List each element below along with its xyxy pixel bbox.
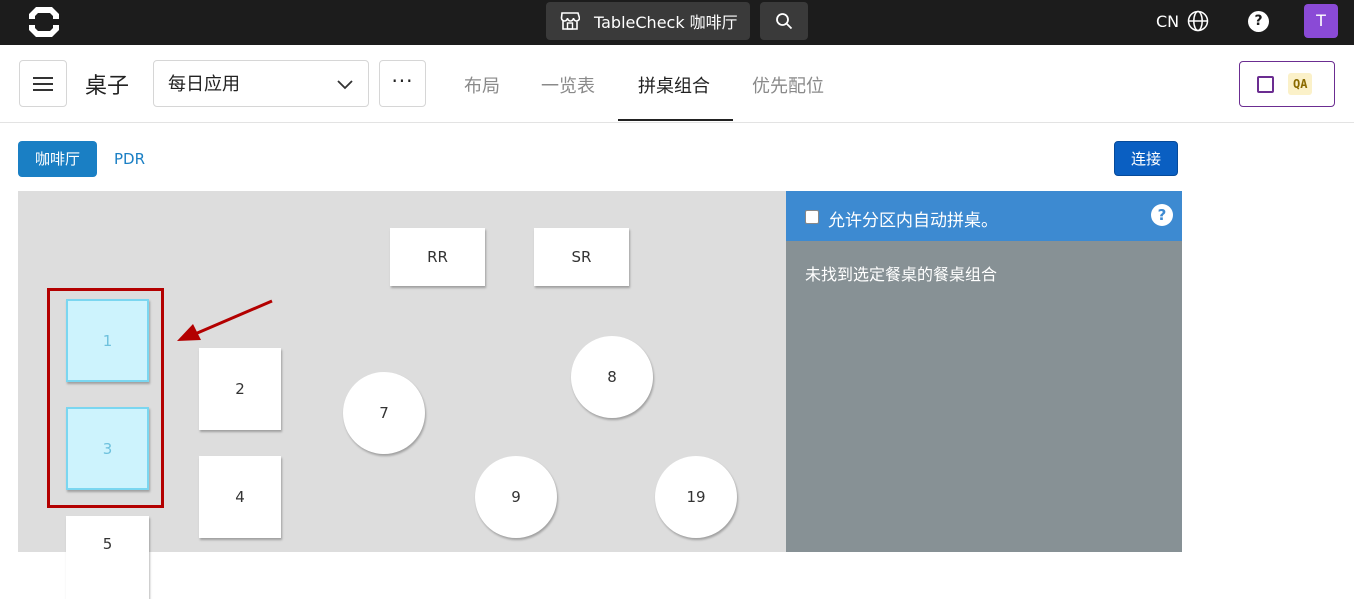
- qa-badge: QA: [1288, 73, 1313, 95]
- help-icon[interactable]: ?: [1248, 11, 1269, 32]
- more-options-button[interactable]: ···: [379, 60, 426, 107]
- hamburger-icon: [33, 76, 53, 91]
- table-rr[interactable]: RR: [390, 228, 485, 286]
- schedule-select[interactable]: 每日应用: [153, 60, 369, 107]
- table-4[interactable]: 4: [199, 456, 281, 538]
- combination-panel: 允许分区内自动拼桌。 ? 未找到选定餐桌的餐桌组合: [786, 191, 1182, 552]
- floor-plan: RR SR 1 3 2 4 5 7 8 9 19: [18, 191, 786, 599]
- tab-table-combinations[interactable]: 拼桌组合: [638, 72, 710, 98]
- table-sr[interactable]: SR: [534, 228, 629, 286]
- table-19[interactable]: 19: [655, 456, 737, 538]
- qa-checkbox-icon: [1257, 75, 1274, 93]
- auto-combine-label[interactable]: 允许分区内自动拼桌。: [828, 206, 998, 231]
- panel-header: 允许分区内自动拼桌。 ?: [786, 191, 1182, 241]
- table-9[interactable]: 9: [475, 456, 557, 538]
- active-tab-indicator: [618, 119, 733, 121]
- empty-message: 未找到选定餐桌的餐桌组合: [805, 265, 998, 284]
- table-5[interactable]: 5: [66, 516, 149, 599]
- tablecheck-logo-icon[interactable]: [27, 5, 61, 39]
- search-button[interactable]: [760, 2, 808, 40]
- venue-name: TableCheck 咖啡厅: [594, 13, 738, 32]
- globe-icon: [1187, 10, 1209, 32]
- chevron-down-icon: [337, 80, 353, 90]
- schedule-select-value: 每日应用: [168, 74, 240, 95]
- pointer-arrow-icon: [177, 299, 273, 341]
- user-avatar[interactable]: T: [1304, 4, 1338, 38]
- tab-priority-seating[interactable]: 优先配位: [752, 72, 824, 98]
- table-7[interactable]: 7: [343, 372, 425, 454]
- tab-list[interactable]: 一览表: [541, 72, 595, 98]
- page-header: 桌子 每日应用 ··· 布局 一览表 拼桌组合 优先配位 QA: [0, 45, 1354, 123]
- search-icon: [776, 13, 793, 30]
- area-tab-pdr[interactable]: PDR: [114, 150, 145, 168]
- connect-button[interactable]: 连接: [1114, 141, 1178, 176]
- table-2[interactable]: 2: [199, 348, 281, 430]
- area-tab-cafe[interactable]: 咖啡厅: [18, 141, 97, 177]
- qa-toggle-button[interactable]: QA: [1239, 61, 1335, 107]
- tab-layout[interactable]: 布局: [464, 72, 500, 98]
- store-icon: [560, 12, 580, 30]
- menu-button[interactable]: [19, 60, 67, 107]
- selection-highlight: [47, 288, 164, 508]
- venue-switcher-button[interactable]: TableCheck 咖啡厅: [546, 2, 750, 40]
- top-bar: TableCheck 咖啡厅 CN ? T: [0, 0, 1354, 45]
- language-switcher[interactable]: CN: [1156, 10, 1209, 32]
- language-code: CN: [1156, 11, 1180, 31]
- page-title: 桌子: [85, 74, 130, 99]
- help-icon[interactable]: ?: [1151, 204, 1173, 226]
- table-8[interactable]: 8: [571, 336, 653, 418]
- auto-combine-checkbox[interactable]: [805, 210, 819, 224]
